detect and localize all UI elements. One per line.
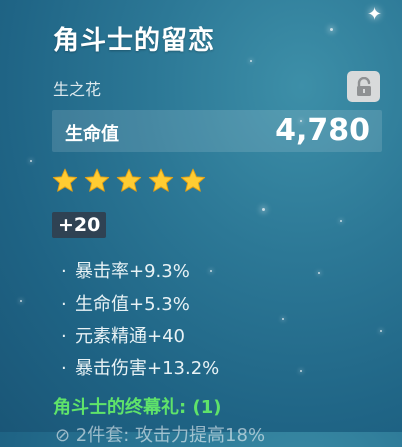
substat-item: · 生命值+5.3% — [61, 290, 190, 316]
set-name: 角斗士的终幕礼: (1) — [53, 397, 222, 418]
sparkle-dot — [380, 330, 382, 332]
main-stat-name: 生命值 — [65, 124, 119, 145]
substat-bullet: · — [61, 326, 67, 347]
sparkle-dot — [300, 370, 302, 372]
sparkle-dot — [30, 160, 32, 162]
substat-bullet: · — [61, 261, 67, 282]
lock-open-icon — [356, 76, 371, 96]
rarity-stars — [51, 167, 207, 195]
substat-bullet: · — [61, 358, 67, 379]
main-stat-panel: 生命值 4,780 — [52, 110, 382, 152]
substat-text: 生命值+5.3% — [75, 294, 190, 315]
substat-item: · 暴击率+9.3% — [61, 257, 190, 283]
sparkle-dot — [330, 28, 333, 31]
substat-text: 暴击率+9.3% — [75, 261, 190, 282]
sparkle-dot — [210, 270, 212, 272]
artifact-name: 角斗士的留恋 — [53, 26, 216, 56]
sparkle-dot — [282, 318, 284, 320]
lock-toggle-button[interactable] — [347, 71, 380, 102]
star-icon — [148, 168, 174, 192]
main-stat-value: 4,780 — [275, 113, 370, 148]
set-bonus-2pc: ⊘ 2件套: 攻击力提高18% — [55, 425, 266, 446]
sparkle-dot — [340, 220, 342, 222]
star-icon — [84, 168, 110, 192]
sparkle-dot — [318, 272, 320, 274]
substat-item: · 暴击伤害+13.2% — [61, 354, 219, 380]
substat-item: · 元素精通+40 — [61, 322, 185, 348]
substat-text: 元素精通+40 — [75, 326, 185, 347]
sparkle-dot — [20, 300, 22, 302]
star-icon — [180, 168, 206, 192]
artifact-slot: 生之花 — [53, 80, 102, 99]
substat-bullet: · — [61, 294, 67, 315]
artifact-level-badge: +20 — [52, 212, 107, 238]
sparkle-dot — [250, 60, 252, 62]
star-icon — [116, 168, 142, 192]
substat-text: 暴击伤害+13.2% — [75, 358, 220, 379]
star-icon — [52, 168, 78, 192]
sparkle-dot — [262, 208, 265, 211]
sparkle-icon: ✦ — [367, 4, 383, 25]
